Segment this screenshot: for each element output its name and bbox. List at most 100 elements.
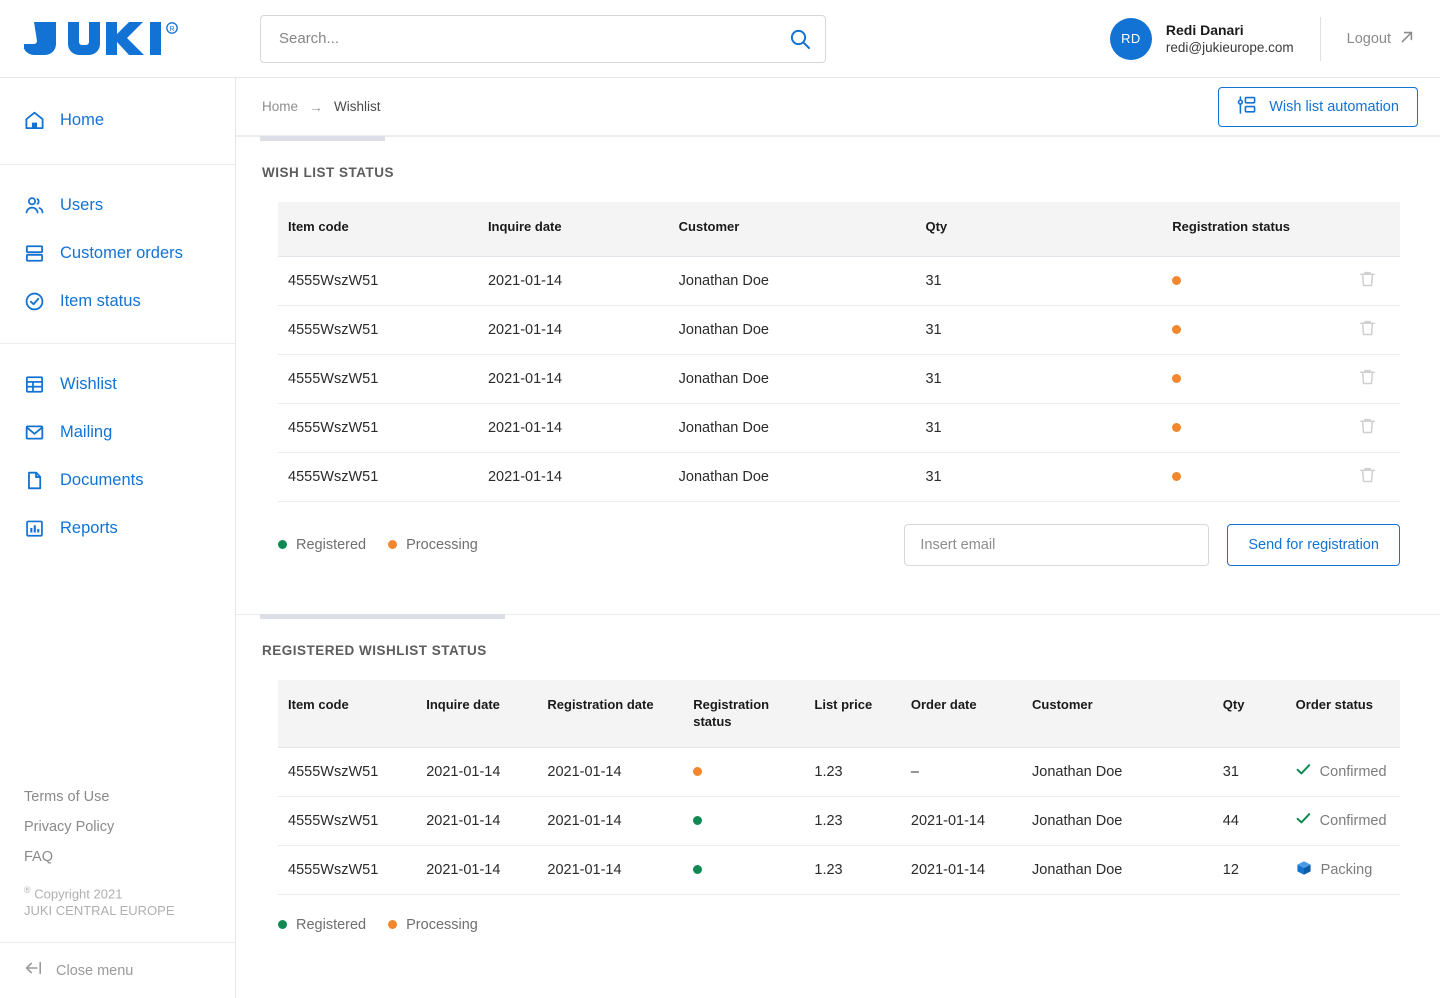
cell-registration-status (1164, 354, 1311, 404)
delete-icon[interactable] (1359, 319, 1376, 337)
section-2-title: REGISTERED WISHLIST STATUS (262, 642, 487, 658)
cell-order-status: Confirmed (1287, 796, 1400, 846)
main-content: Home → Wishlist Wish list automation WIS… (236, 78, 1440, 998)
tab-indicator-2 (260, 613, 505, 619)
registered-wishlist-status-section: REGISTERED WISHLIST STATUS Item code Inq… (236, 613, 1440, 961)
user-zone: RD Redi Danari redi@jukieurope.com Logou… (1109, 16, 1440, 61)
col-item-code: Item code (278, 679, 419, 748)
sidebar-item-wishlist[interactable]: Wishlist (0, 360, 235, 408)
table-row[interactable]: 4555WszW51 2021-01-14 Jonathan Doe 31 (278, 354, 1400, 404)
check-circle-icon (24, 291, 45, 312)
users-icon (24, 195, 45, 216)
status-label: Packing (1320, 861, 1373, 878)
delete-icon[interactable] (1359, 466, 1376, 484)
arrow-left-bar-icon (24, 959, 44, 982)
search-input[interactable] (279, 30, 789, 47)
table-row[interactable]: 4555WszW51 2021-01-14 2021-01-14 1.23 20… (278, 845, 1400, 895)
cell-item-code: 4555WszW51 (278, 305, 480, 355)
table-row[interactable]: 4555WszW51 2021-01-14 Jonathan Doe 31 (278, 256, 1400, 306)
email-input[interactable] (904, 523, 1210, 566)
privacy-policy-link[interactable]: Privacy Policy (24, 819, 235, 835)
table-row[interactable]: 4555WszW51 2021-01-14 2021-01-14 1.23 20… (278, 796, 1400, 846)
close-menu-button[interactable]: Close menu (0, 942, 235, 998)
delete-icon[interactable] (1359, 417, 1376, 435)
bar-chart-icon (24, 518, 45, 539)
legend-label-registered: Registered (296, 536, 367, 553)
avatar[interactable]: RD (1109, 17, 1152, 60)
breadcrumb-arrow-icon: → (309, 98, 324, 115)
juki-logo[interactable]: R (24, 21, 192, 56)
user-email: redi@jukieurope.com (1165, 39, 1294, 55)
cell-actions (1310, 452, 1400, 502)
legend-dot-processing (388, 540, 398, 549)
wish-list-automation-button[interactable]: Wish list automation (1218, 86, 1418, 127)
envelope-icon (24, 422, 45, 443)
sidebar-item-label: Documents (60, 470, 144, 489)
terms-of-use-link[interactable]: Terms of Use (24, 789, 235, 805)
col-inquire-date: Inquire date (418, 679, 540, 748)
status-dot-registered (693, 815, 703, 825)
cell-qty: 31 (917, 256, 1165, 306)
sidebar-item-item-status[interactable]: Item status (0, 277, 235, 325)
table-row[interactable]: 4555WszW51 2021-01-14 Jonathan Doe 31 (278, 452, 1400, 502)
breadcrumb-home[interactable]: Home (262, 99, 298, 114)
cell-customer: Jonathan Doe (670, 452, 918, 502)
wish-list-status-table-wrap: Item code Inquire date Customer Qty Regi… (236, 180, 1440, 502)
tab-indicator-1 (260, 136, 385, 141)
sidebar-item-reports[interactable]: Reports (0, 504, 235, 552)
faq-link[interactable]: FAQ (24, 849, 235, 865)
table-body: 4555WszW51 2021-01-14 2021-01-14 1.23 – … (278, 747, 1400, 895)
status-dot-processing (693, 766, 703, 776)
col-qty: Qty (917, 202, 1165, 257)
section-2-spacer (236, 933, 1440, 961)
status-dot-processing (1172, 422, 1182, 432)
table-row[interactable]: 4555WszW51 2021-01-14 2021-01-14 1.23 – … (278, 747, 1400, 797)
sidebar-item-home[interactable]: Home (0, 96, 235, 144)
cell-list-price: 1.23 (806, 796, 903, 846)
cell-inquire-date: 2021-01-14 (418, 796, 540, 846)
search-icon[interactable] (789, 28, 811, 50)
status-dot-processing (1172, 373, 1182, 383)
document-icon (24, 470, 45, 491)
table-row[interactable]: 4555WszW51 2021-01-14 Jonathan Doe 31 (278, 305, 1400, 355)
cell-qty: 31 (917, 305, 1165, 355)
legend-dot-registered (278, 920, 287, 930)
sidebar-item-customer-orders[interactable]: Customer orders (0, 229, 235, 277)
cell-order-date: 2021-01-14 (902, 845, 1025, 895)
sidebar: Home Users Customer orders Item status W… (0, 78, 236, 998)
delete-icon[interactable] (1359, 368, 1376, 386)
cell-registration-status (685, 747, 807, 797)
cell-inquire-date: 2021-01-14 (479, 256, 671, 306)
cell-customer: Jonathan Doe (670, 403, 918, 453)
sidebar-item-users[interactable]: Users (0, 181, 235, 229)
col-order-date: Order date (902, 679, 1025, 748)
sidebar-item-label: Mailing (60, 422, 113, 441)
sidebar-item-mailing[interactable]: Mailing (0, 408, 235, 456)
cell-registration-date: 2021-01-14 (539, 845, 686, 895)
legend-item-processing: Processing (388, 537, 478, 553)
cell-item-code: 4555WszW51 (278, 845, 419, 895)
status-dot-registered (693, 864, 703, 874)
table-header-row: Item code Inquire date Registration date… (278, 679, 1400, 748)
close-menu-label: Close menu (56, 962, 134, 979)
cell-item-code: 4555WszW51 (278, 452, 480, 502)
section-1-title: WISH LIST STATUS (262, 165, 394, 180)
logout-button[interactable]: Logout (1347, 30, 1414, 48)
delete-icon[interactable] (1359, 270, 1376, 288)
status-legend: Registered Processing (278, 537, 478, 553)
logout-label: Logout (1346, 30, 1391, 47)
table-row[interactable]: 4555WszW51 2021-01-14 Jonathan Doe 31 (278, 403, 1400, 453)
cell-registration-date: 2021-01-14 (539, 747, 686, 797)
user-meta: Redi Danari redi@jukieurope.com (1166, 21, 1294, 57)
cell-order-date: 2021-01-14 (902, 796, 1025, 846)
cell-registration-status (1164, 403, 1311, 453)
cell-inquire-date: 2021-01-14 (479, 403, 671, 453)
cell-qty: 44 (1214, 796, 1288, 846)
cell-actions (1310, 354, 1400, 404)
cell-item-code: 4555WszW51 (278, 354, 480, 404)
send-for-registration-button[interactable]: Send for registration (1227, 523, 1400, 566)
search-box[interactable] (260, 14, 826, 63)
sidebar-item-documents[interactable]: Documents (0, 456, 235, 504)
breadcrumb: Home → Wishlist (262, 99, 381, 115)
cell-inquire-date: 2021-01-14 (418, 747, 540, 797)
